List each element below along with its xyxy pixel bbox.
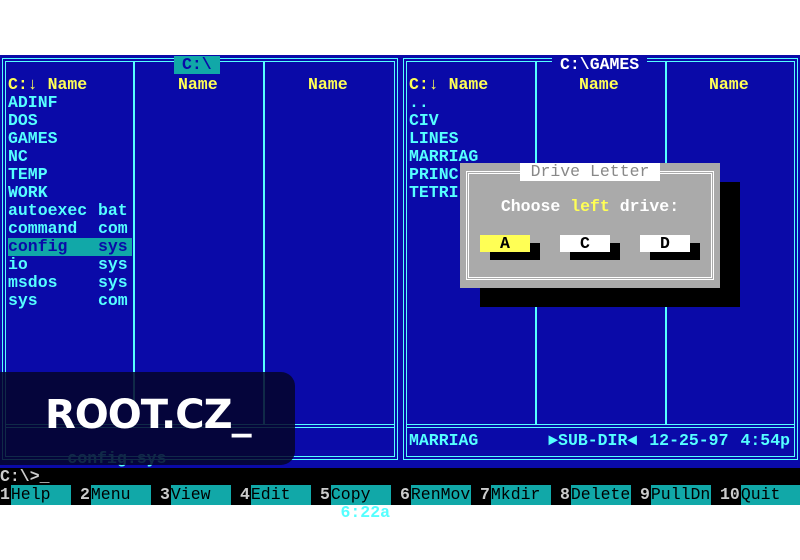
column-header: Name: [178, 75, 218, 94]
fkey-label: Delete: [570, 485, 631, 505]
file-name: command: [8, 219, 78, 238]
fkey-help-button[interactable]: 1 Help: [0, 485, 80, 505]
right-status-line: MARRIAG ►SUB-DIR◄ 12-25-97 4:54p: [409, 432, 790, 450]
status-time: 4:54p: [740, 431, 790, 450]
fkey-number: 2: [80, 485, 91, 505]
watermark: ROOT.CZ_: [0, 372, 295, 465]
status-filename: MARRIAG: [409, 432, 479, 450]
file-name: config: [8, 237, 68, 256]
fkey-number: 9: [640, 485, 651, 505]
fkey-number: 5: [320, 485, 331, 505]
file-name: sys: [8, 291, 38, 310]
fkey-label: Edit: [250, 485, 311, 505]
fkey-pulldn-button[interactable]: 9 PullDn: [640, 485, 720, 505]
msg-text: Choose: [500, 197, 571, 216]
fkey-copy-button[interactable]: 5 Copy: [320, 485, 400, 505]
fkey-delete-button[interactable]: 8 Delete: [560, 485, 640, 505]
file-item[interactable]: command com: [8, 220, 132, 238]
fkey-number: 3: [160, 485, 171, 505]
file-item[interactable]: config sys: [8, 238, 132, 256]
fkey-number: 8: [560, 485, 571, 505]
drive-c-button[interactable]: C: [560, 235, 610, 252]
file-name: msdos: [8, 273, 58, 292]
file-item[interactable]: WORK: [8, 184, 132, 202]
left-panel-title: C:\: [174, 56, 220, 74]
fkey-mkdir-button[interactable]: 7 Mkdir: [480, 485, 560, 505]
file-name: WORK: [8, 183, 48, 202]
fkey-number: 6: [400, 485, 411, 505]
drive-d-button[interactable]: D: [640, 235, 690, 252]
column-header: C:↓ Name: [8, 75, 88, 94]
file-item[interactable]: GAMES: [8, 130, 132, 148]
file-ext: sys: [98, 273, 128, 292]
msg-highlight: left: [570, 197, 610, 216]
file-item[interactable]: msdos sys: [8, 274, 132, 292]
file-item[interactable]: NC: [8, 148, 132, 166]
file-item[interactable]: DOS: [8, 112, 132, 130]
fkey-edit-button[interactable]: 4 Edit: [240, 485, 320, 505]
fkey-label: RenMov: [410, 485, 471, 505]
file-item[interactable]: io sys: [8, 256, 132, 274]
status-size: ►SUB-DIR◄: [548, 431, 638, 450]
dialog-frame: [466, 171, 714, 280]
fkey-label: Menu: [90, 485, 151, 505]
command-line[interactable]: C:\>_: [0, 468, 800, 485]
file-item[interactable]: ..: [409, 94, 533, 112]
drive-letter-dialog: Drive Letter Choose left drive: A C D: [460, 163, 720, 288]
fkey-number: 10: [720, 485, 741, 505]
file-item[interactable]: CIV: [409, 112, 533, 130]
fkey-number: 4: [240, 485, 251, 505]
fkey-label: Help: [10, 485, 71, 505]
file-name: io: [8, 255, 28, 274]
file-item[interactable]: sys com: [8, 292, 132, 310]
status-date: 12-25-97: [649, 431, 729, 450]
file-item[interactable]: LINES: [409, 130, 533, 148]
column-header: Name: [308, 75, 348, 94]
file-name: GAMES: [8, 129, 58, 148]
file-name: ADINF: [8, 93, 58, 112]
file-ext: com: [98, 291, 128, 310]
dialog-message: Choose left drive:: [460, 198, 720, 216]
column-header: C:↓ Name: [409, 75, 489, 94]
fkey-menu-button[interactable]: 2 Menu: [80, 485, 160, 505]
fkey-label: PullDn: [650, 485, 711, 505]
file-name: TEMP: [8, 165, 48, 184]
file-ext: sys: [98, 255, 128, 274]
file-name: DOS: [8, 111, 38, 130]
function-key-bar: 1 Help 2 Menu 3 View 4 Edit 5 Copy 6 RenMov 7 Mkdir 8 D…: [0, 485, 800, 505]
column-divider: [263, 62, 265, 424]
fkey-label: Mkdir: [490, 485, 551, 505]
fkey-quit-button[interactable]: 10 Quit: [720, 485, 800, 505]
file-item[interactable]: ADINF: [8, 94, 132, 112]
status-time: 6:22a: [340, 503, 390, 522]
file-item[interactable]: autoexec bat: [8, 202, 132, 220]
watermark-logo: ROOT.CZ_: [45, 392, 252, 438]
drive-a-button[interactable]: A: [480, 235, 530, 252]
file-ext: com: [98, 219, 128, 238]
file-name: autoexec: [8, 201, 88, 220]
fkey-number: 1: [0, 485, 11, 505]
fkey-label: Copy: [330, 485, 391, 505]
file-ext: sys: [98, 237, 128, 256]
fkey-number: 7: [480, 485, 491, 505]
msg-text: drive:: [609, 197, 680, 216]
column-divider: [133, 62, 135, 424]
file-ext: bat: [98, 201, 128, 220]
fkey-label: Quit: [740, 485, 800, 505]
fkey-renmov-button[interactable]: 6 RenMov: [400, 485, 480, 505]
status-divider: [407, 424, 794, 428]
fkey-label: View: [170, 485, 231, 505]
column-header: Name: [709, 75, 749, 94]
column-header: Name: [579, 75, 619, 94]
dialog-title: Drive Letter: [520, 163, 660, 181]
fkey-view-button[interactable]: 3 View: [160, 485, 240, 505]
file-item[interactable]: TEMP: [8, 166, 132, 184]
file-name: NC: [8, 147, 28, 166]
right-panel-title: C:\GAMES: [552, 56, 648, 74]
